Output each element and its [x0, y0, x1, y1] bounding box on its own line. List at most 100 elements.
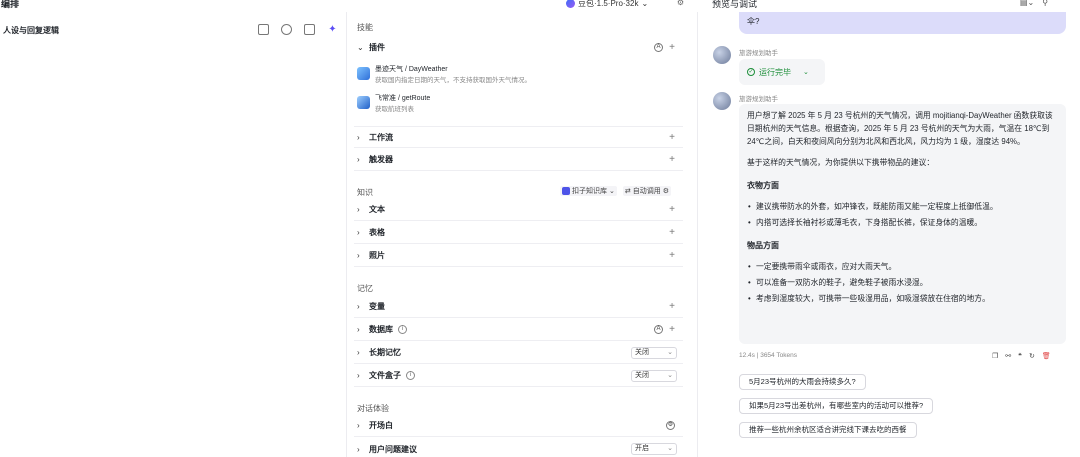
add-photo-icon[interactable]: +: [669, 250, 675, 261]
chevron-right-icon: ›: [357, 348, 360, 357]
suggestion-chip[interactable]: 5月23号杭州的大雨会持续多久?: [739, 374, 866, 390]
model-selector[interactable]: 豆包·1.5·Pro·32k ⌄: [566, 0, 648, 9]
database-label: 数据库: [369, 325, 393, 334]
suggestion-value: 开启: [635, 445, 649, 452]
database-row[interactable]: › 数据库 i A +: [354, 319, 683, 341]
skills-section-title: 技能: [357, 23, 373, 32]
add-text-icon[interactable]: +: [669, 204, 675, 215]
split-view-icon[interactable]: [304, 24, 315, 35]
model-name: 豆包·1.5·Pro·32k: [578, 0, 639, 8]
template-icon[interactable]: [258, 24, 269, 35]
gear-icon[interactable]: ⚙: [666, 421, 675, 430]
model-logo-icon: [566, 0, 575, 8]
info-icon[interactable]: i: [398, 325, 407, 334]
variable-label: 变量: [369, 302, 385, 311]
suggestion-row[interactable]: › 用户问题建议 开启 ⌄: [354, 438, 683, 457]
chevron-right-icon: ›: [357, 421, 360, 430]
run-status-pill[interactable]: ✓ 运行完毕 ⌄: [739, 59, 825, 85]
prompt-library-icon[interactable]: [281, 24, 292, 35]
photo-kb-row[interactable]: › 照片 +: [354, 245, 683, 267]
list-item: 建议携带防水的外套，如冲锋衣，既能防雨又能一定程度上抵御低温。: [747, 200, 1058, 213]
clear-history-icon[interactable]: ▤⌄: [1020, 0, 1034, 7]
add-database-icon[interactable]: +: [669, 324, 675, 335]
auto-add-icon[interactable]: A: [654, 42, 663, 52]
photo-label: 照片: [369, 251, 385, 260]
trigger-row[interactable]: › 触发器 +: [354, 149, 683, 171]
weather-plugin-icon: [357, 67, 370, 80]
plugin-item[interactable]: 飞常准 / getRoute 获取航班列表: [357, 91, 682, 119]
opening-row[interactable]: › 开场白 ⚙: [354, 415, 683, 437]
opening-label: 开场白: [369, 421, 393, 430]
gear-icon[interactable]: ⚙: [663, 187, 669, 195]
chevron-right-icon: ›: [357, 444, 360, 454]
goods-list: 一定要携带雨伞或雨衣，应对大雨天气。 可以准备一双防水的鞋子，避免鞋子被雨水浸湿…: [747, 260, 1058, 305]
suggestion-select[interactable]: 开启 ⌄: [631, 443, 677, 455]
arrange-title: 编排: [1, 0, 20, 9]
auto-call-select[interactable]: ⇄ 自动调用 ⚙: [622, 186, 672, 196]
add-trigger-icon[interactable]: +: [669, 154, 675, 165]
table-kb-row[interactable]: › 表格 +: [354, 222, 683, 244]
trigger-label: 触发器: [369, 155, 393, 164]
add-workflow-icon[interactable]: +: [669, 132, 675, 143]
link-icon[interactable]: ⚯: [1005, 352, 1011, 360]
chevron-down-icon: ⌄: [803, 69, 809, 76]
text-label: 文本: [369, 205, 385, 214]
preview-title: 预览与调试: [712, 0, 758, 9]
model-settings-icon[interactable]: ⚙: [676, 0, 685, 7]
chevron-right-icon: ›: [357, 371, 360, 380]
chevron-right-icon: ›: [357, 228, 360, 237]
call-mode-icon: ⇄: [624, 188, 631, 195]
answer-lead: 基于这样的天气情况，为你提供以下携带物品的建议：: [747, 158, 935, 167]
answer-actions: ❐ ⚯ ❝ ↻ 🗑: [992, 352, 1051, 360]
long-memory-value: 关闭: [635, 348, 649, 356]
preview-toolbar: ▤⌄ ⚲: [1020, 0, 1048, 7]
top-header: 编排 豆包·1.5·Pro·32k ⌄ ⚙ 预览与调试 ▤⌄ ⚲: [0, 0, 1080, 12]
regenerate-icon[interactable]: ↻: [1029, 352, 1035, 360]
kb-logo-icon: [562, 187, 570, 195]
knowledge-section-title: 知识: [357, 188, 373, 197]
table-label: 表格: [369, 228, 385, 237]
variable-row[interactable]: › 变量 +: [354, 296, 683, 318]
plugins-row[interactable]: ⌄ 插件 A +: [354, 36, 683, 58]
chevron-down-icon: ⌄: [641, 0, 649, 8]
memory-section-title: 记忆: [357, 284, 373, 293]
suggestion-chip[interactable]: 如果5月23号出差杭州，有哪些室内的活动可以推荐?: [739, 398, 934, 414]
file-box-select[interactable]: 关闭 ⌄: [631, 369, 677, 382]
bot-avatar: [713, 46, 731, 64]
user-message-bubble: 伞?: [739, 12, 1066, 34]
chevron-right-icon: ›: [357, 132, 360, 142]
broom-icon[interactable]: ⚲: [1042, 0, 1048, 7]
add-table-icon[interactable]: +: [669, 227, 675, 238]
info-icon[interactable]: i: [406, 371, 415, 380]
chevron-down-icon: ⌄: [667, 445, 673, 452]
chevron-down-icon: ⌄: [667, 348, 673, 356]
long-memory-label: 长期记忆: [369, 348, 401, 357]
flight-plugin-icon: [357, 96, 370, 109]
kb-source-label: 扣子知识库: [572, 188, 607, 195]
quote-icon[interactable]: ❝: [1018, 352, 1022, 360]
chevron-down-icon: ⌄: [357, 42, 364, 52]
chevron-right-icon: ›: [357, 205, 360, 214]
chevron-down-icon: ⌄: [667, 371, 673, 379]
answer-intro: 用户想了解 2025 年 5 月 23 号杭州的天气情况，调用 mojitian…: [747, 111, 1053, 146]
long-memory-select[interactable]: 关闭 ⌄: [631, 346, 677, 359]
add-variable-icon[interactable]: +: [669, 301, 675, 312]
check-circle-icon: ✓: [747, 68, 755, 76]
delete-icon[interactable]: 🗑: [1042, 352, 1051, 360]
kb-source-select[interactable]: 扣子知识库 ⌄: [560, 186, 617, 196]
persona-title: 人设与回复逻辑: [3, 26, 59, 35]
list-item: 考虑到湿度较大，可携带一些吸湿用品，如吸湿袋放在住宿的地方。: [747, 292, 1058, 305]
workflow-row[interactable]: › 工作流 +: [354, 126, 683, 148]
plugin-item[interactable]: 墨迹天气 / DayWeather 获取国内指定日期的天气，不支持获取国外天气情…: [357, 62, 682, 90]
long-memory-row[interactable]: › 长期记忆 关闭 ⌄: [354, 342, 683, 364]
optimize-sparkle-icon[interactable]: ✦: [327, 24, 338, 35]
chevron-right-icon: ›: [357, 251, 360, 260]
suggestion-chip[interactable]: 推荐一些杭州余杭区适合讲完线下课去吃的西餐: [739, 422, 917, 438]
copy-icon[interactable]: ❐: [992, 352, 998, 360]
file-box-row[interactable]: › 文件盒子 i 关闭 ⌄: [354, 365, 683, 387]
clothing-list: 建议携带防水的外套，如冲锋衣，既能防雨又能一定程度上抵御低温。 内搭可选择长袖衬…: [747, 200, 1058, 229]
text-kb-row[interactable]: › 文本 +: [354, 199, 683, 221]
auto-add-icon[interactable]: A: [654, 325, 663, 334]
chevron-right-icon: ›: [357, 325, 360, 334]
add-plugin-icon[interactable]: +: [669, 42, 675, 53]
